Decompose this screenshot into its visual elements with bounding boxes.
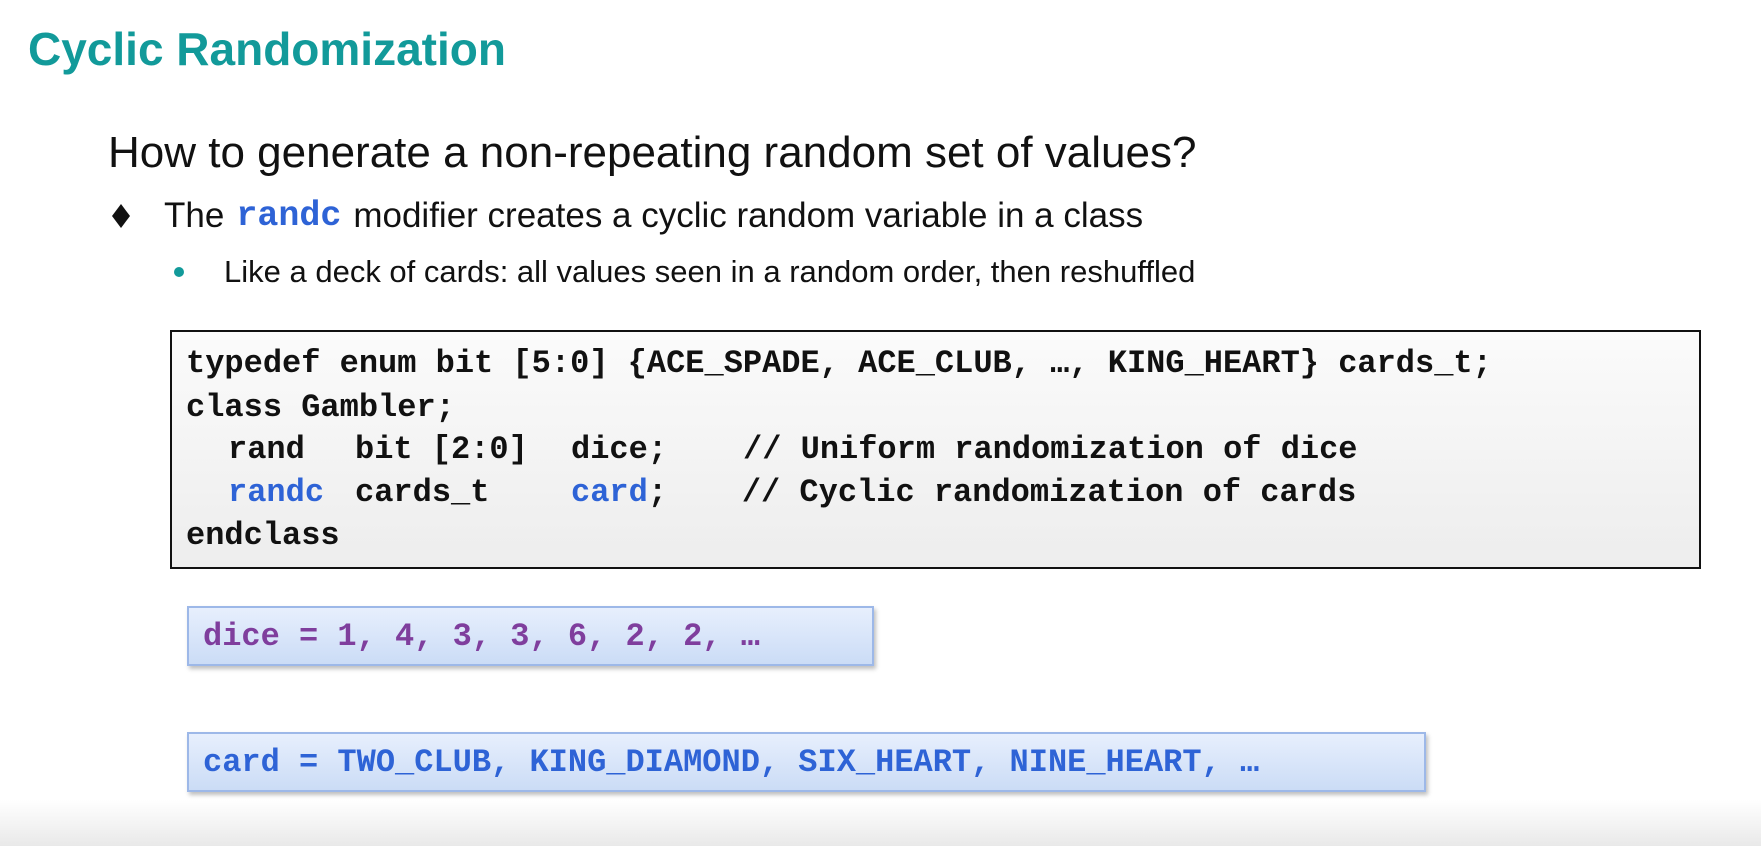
code-line-randc: randc cards_t card; // Cyclic randomization…	[186, 473, 1356, 513]
bottom-shadow	[0, 800, 1761, 846]
rand-type: bit [2:0]	[355, 431, 528, 468]
randc-comment: // Cyclic randomization of cards	[741, 474, 1357, 511]
dice-sequence: dice = 1, 4, 3, 3, 6, 2, 2, …	[203, 617, 760, 655]
randc-keyword: randc	[236, 196, 342, 236]
sub-bullet-text: Like a deck of cards: all values seen in…	[224, 254, 1196, 289]
code-line-class: class Gambler;	[186, 389, 455, 426]
code-line-rand: rand bit [2:0] dice; // Uniform randomizati…	[186, 430, 1358, 470]
slide-heading: How to generate a non-repeating random s…	[108, 128, 1197, 177]
code-line-endclass: endclass	[186, 517, 340, 554]
code-block: typedef enum bit [5:0] {ACE_SPADE, ACE_C…	[170, 330, 1701, 569]
code-line-typedef: typedef enum bit [5:0] {ACE_SPADE, ACE_C…	[186, 345, 1492, 382]
randc-semicolon: ;	[647, 474, 668, 511]
randc-name: card	[571, 474, 648, 511]
rand-name: dice;	[571, 431, 668, 468]
card-sequence: card = TWO_CLUB, KING_DIAMOND, SIX_HEART…	[203, 743, 1260, 781]
rand-keyword: rand	[228, 431, 305, 468]
rand-comment: // Uniform randomization of dice	[743, 431, 1358, 468]
bullet-text-after: modifier creates a cyclic random variabl…	[353, 196, 1144, 235]
diamond-bullet-icon	[112, 204, 130, 228]
bullet-randc: The randc modifier creates a cyclic rand…	[112, 194, 1143, 238]
randc-type: cards_t	[355, 474, 490, 511]
round-dot-icon	[174, 267, 184, 277]
bullet-text-before: The	[164, 196, 225, 235]
slide-title: Cyclic Randomization	[28, 23, 506, 75]
card-sequence-box: card = TWO_CLUB, KING_DIAMOND, SIX_HEART…	[187, 732, 1426, 792]
dice-sequence-box: dice = 1, 4, 3, 3, 6, 2, 2, …	[187, 606, 874, 666]
randc-code-keyword: randc	[228, 474, 325, 511]
sub-bullet-deck: Like a deck of cards: all values seen in…	[174, 254, 1195, 290]
